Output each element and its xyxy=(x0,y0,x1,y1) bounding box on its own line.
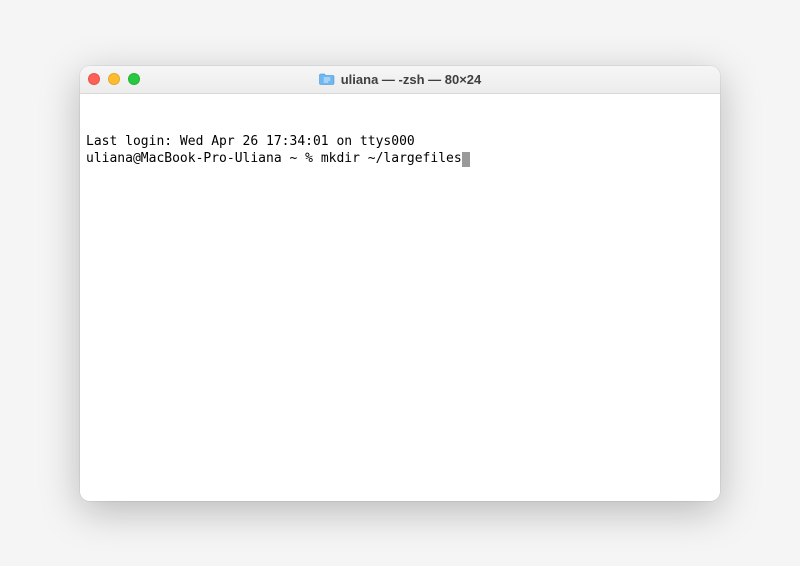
minimize-button[interactable] xyxy=(108,73,120,85)
traffic-lights xyxy=(88,73,140,85)
title-center: uliana — -zsh — 80×24 xyxy=(80,72,720,87)
terminal-body[interactable]: Last login: Wed Apr 26 17:34:01 on ttys0… xyxy=(80,94,720,501)
cursor xyxy=(462,152,470,167)
prompt-text: uliana@MacBook-Pro-Uliana ~ % xyxy=(86,151,321,166)
folder-icon xyxy=(319,72,335,86)
maximize-button[interactable] xyxy=(128,73,140,85)
close-button[interactable] xyxy=(88,73,100,85)
prompt-line: uliana@MacBook-Pro-Uliana ~ % mkdir ~/la… xyxy=(86,150,714,168)
window-title: uliana — -zsh — 80×24 xyxy=(341,72,482,87)
terminal-window: uliana — -zsh — 80×24 Last login: Wed Ap… xyxy=(80,66,720,501)
command-text: mkdir ~/largefiles xyxy=(321,151,462,166)
titlebar[interactable]: uliana — -zsh — 80×24 xyxy=(80,66,720,94)
last-login-line: Last login: Wed Apr 26 17:34:01 on ttys0… xyxy=(86,133,714,151)
